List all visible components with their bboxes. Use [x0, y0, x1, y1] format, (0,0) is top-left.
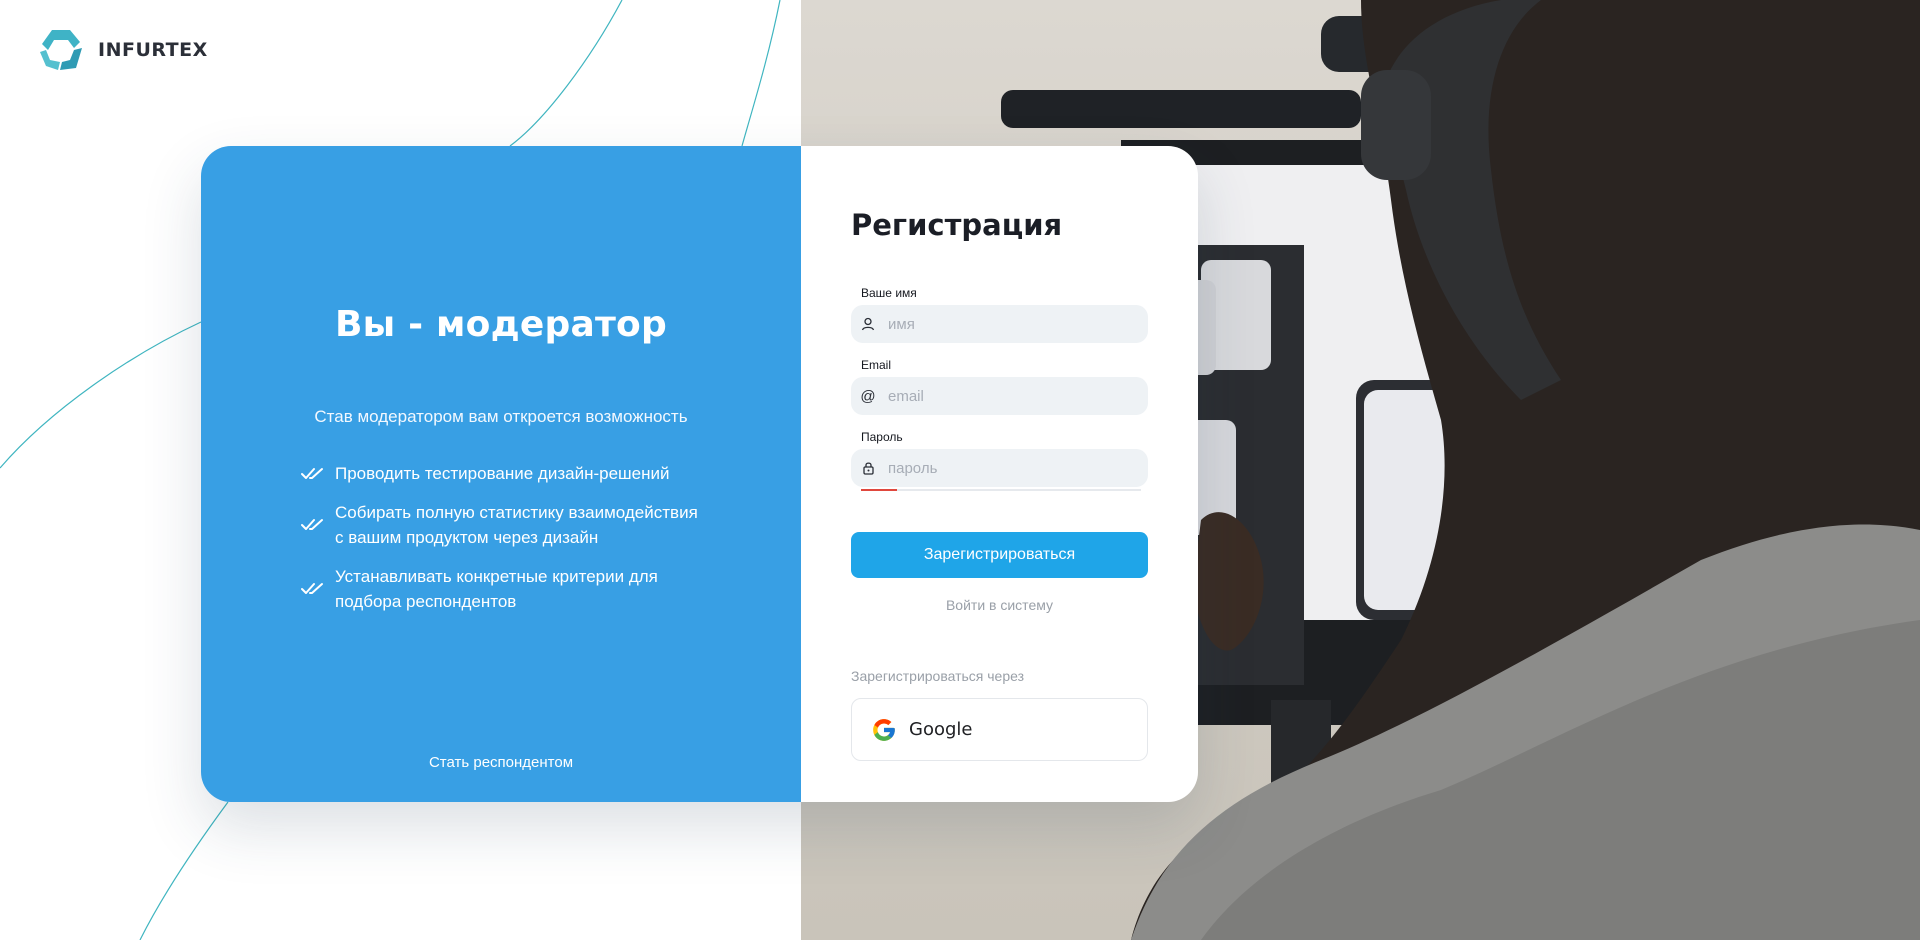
password-input[interactable] — [885, 450, 1135, 486]
google-icon — [873, 718, 895, 741]
lock-icon — [851, 461, 885, 475]
benefit-text: Устанавливать конкретные критерии для по… — [335, 564, 658, 614]
form-title: Регистрация — [851, 208, 1063, 242]
benefit-text: Проводить тестирование дизайн-решений — [335, 461, 670, 486]
benefit-line: Устанавливать конкретные критерии для — [335, 567, 658, 586]
email-field-label: Email — [861, 358, 892, 372]
login-link[interactable]: Войти в систему — [851, 597, 1148, 613]
promo-lead: Став модератором вам откроется возможнос… — [314, 407, 688, 426]
email-field[interactable]: @ — [851, 377, 1148, 415]
infurtex-logo-icon — [40, 30, 82, 70]
password-strength-bar — [861, 489, 1141, 491]
benefit-line: с вашим продуктом через дизайн — [335, 528, 599, 547]
registration-card: Вы - модератор Став модератором вам откр… — [201, 146, 1198, 802]
become-respondent-link[interactable]: Стать респондентом — [201, 754, 801, 771]
promo-title: Вы - модератор — [335, 304, 667, 345]
name-field[interactable] — [851, 305, 1148, 343]
double-check-icon — [301, 519, 323, 530]
google-label: Google — [909, 719, 973, 740]
benefit-text: Собирать полную статистику взаимодействи… — [335, 500, 698, 550]
benefit-item: Проводить тестирование дизайн-решений — [301, 461, 741, 486]
brand-logo[interactable]: INFURTEX — [38, 28, 208, 72]
moderator-promo-panel: Вы - модератор Став модератором вам откр… — [201, 146, 801, 802]
benefit-line: Собирать полную статистику взаимодействи… — [335, 503, 698, 522]
benefit-item: Собирать полную статистику взаимодействи… — [301, 500, 741, 550]
email-input[interactable] — [885, 378, 1135, 414]
password-field-label: Пароль — [861, 430, 903, 444]
benefits-list: Проводить тестирование дизайн-решений Со… — [301, 461, 741, 628]
user-icon — [851, 317, 885, 331]
password-strength-fill — [861, 489, 898, 491]
name-field-label: Ваше имя — [861, 286, 917, 300]
password-field[interactable] — [851, 449, 1148, 487]
google-signup-button[interactable]: Google — [851, 698, 1148, 761]
brand-name: INFURTEX — [98, 39, 208, 61]
benefit-item: Устанавливать конкретные критерии для по… — [301, 564, 741, 614]
double-check-icon — [301, 467, 323, 479]
name-input[interactable] — [885, 306, 1135, 342]
at-icon: @ — [860, 387, 876, 405]
register-button[interactable]: Зарегистрироваться — [851, 532, 1148, 578]
benefit-line: подбора респондентов — [335, 592, 517, 611]
oauth-label: Зарегистрироваться через — [851, 668, 1025, 684]
benefit-line: Проводить тестирование дизайн-решений — [335, 464, 670, 483]
double-check-icon — [301, 583, 323, 594]
registration-form: Регистрация Ваше имя Email @ Пароль — [801, 146, 1198, 802]
